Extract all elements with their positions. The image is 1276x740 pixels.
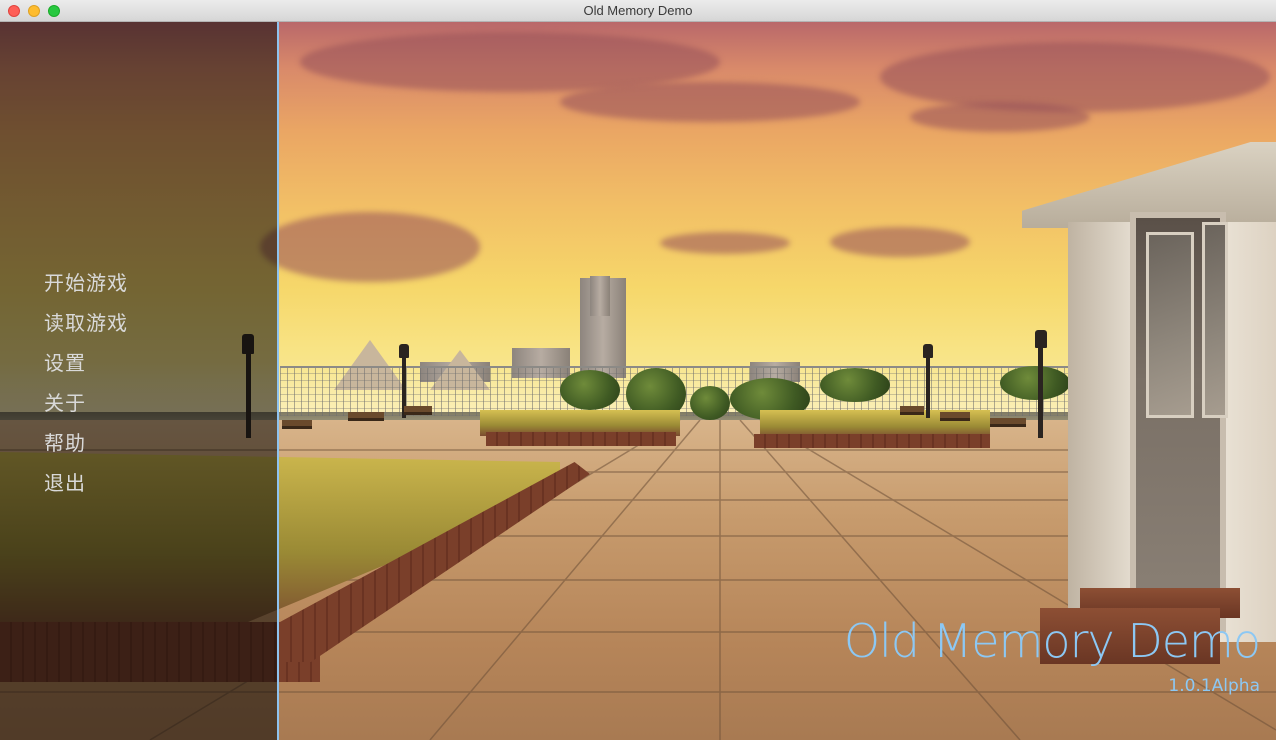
game-title: Old Memory Demo — [843, 614, 1261, 668]
tree — [690, 386, 730, 420]
bench — [404, 406, 432, 415]
tree — [820, 368, 890, 402]
main-menu: 开始游戏 读取游戏 设置 关于 帮助 退出 — [44, 266, 128, 506]
cloud — [260, 212, 480, 282]
lamp-head — [923, 344, 933, 358]
tree — [1000, 366, 1070, 400]
menu-item-quit[interactable]: 退出 — [44, 466, 128, 506]
menu-item-start-game[interactable]: 开始游戏 — [44, 266, 128, 306]
bench — [900, 406, 924, 415]
street-lamp — [926, 352, 930, 418]
flower-bed-wall — [754, 434, 990, 448]
game-version: 1.0.1Alpha — [1168, 676, 1260, 696]
street-lamp — [1038, 342, 1043, 438]
cloud — [880, 42, 1270, 112]
bench — [348, 412, 384, 421]
lamp-head — [1035, 330, 1047, 348]
bench — [940, 412, 970, 421]
cloud — [830, 227, 970, 257]
title-bar[interactable]: Old Memory Demo — [0, 0, 1276, 22]
hut-door-glass — [1202, 222, 1228, 418]
tree — [560, 370, 620, 410]
bench — [282, 420, 312, 429]
main-menu-panel: 开始游戏 读取游戏 设置 关于 帮助 退出 — [0, 22, 279, 740]
flower-bed-wall — [486, 432, 676, 446]
menu-item-settings[interactable]: 设置 — [44, 346, 128, 386]
window-title: Old Memory Demo — [583, 3, 693, 18]
menu-item-about[interactable]: 关于 — [44, 386, 128, 426]
cloud — [910, 102, 1090, 132]
lamp-head — [399, 344, 409, 358]
menu-item-load-game[interactable]: 读取游戏 — [44, 306, 128, 346]
skyscraper-top — [590, 276, 610, 316]
bench — [990, 418, 1026, 427]
hut-door-glass — [1146, 232, 1194, 418]
cloud — [660, 232, 790, 254]
menu-item-help[interactable]: 帮助 — [44, 426, 128, 466]
cloud — [560, 82, 860, 122]
game-window: Old Memory Demo 开始游戏 读取游戏 设置 关于 帮助 退出 Ol… — [0, 0, 1276, 740]
